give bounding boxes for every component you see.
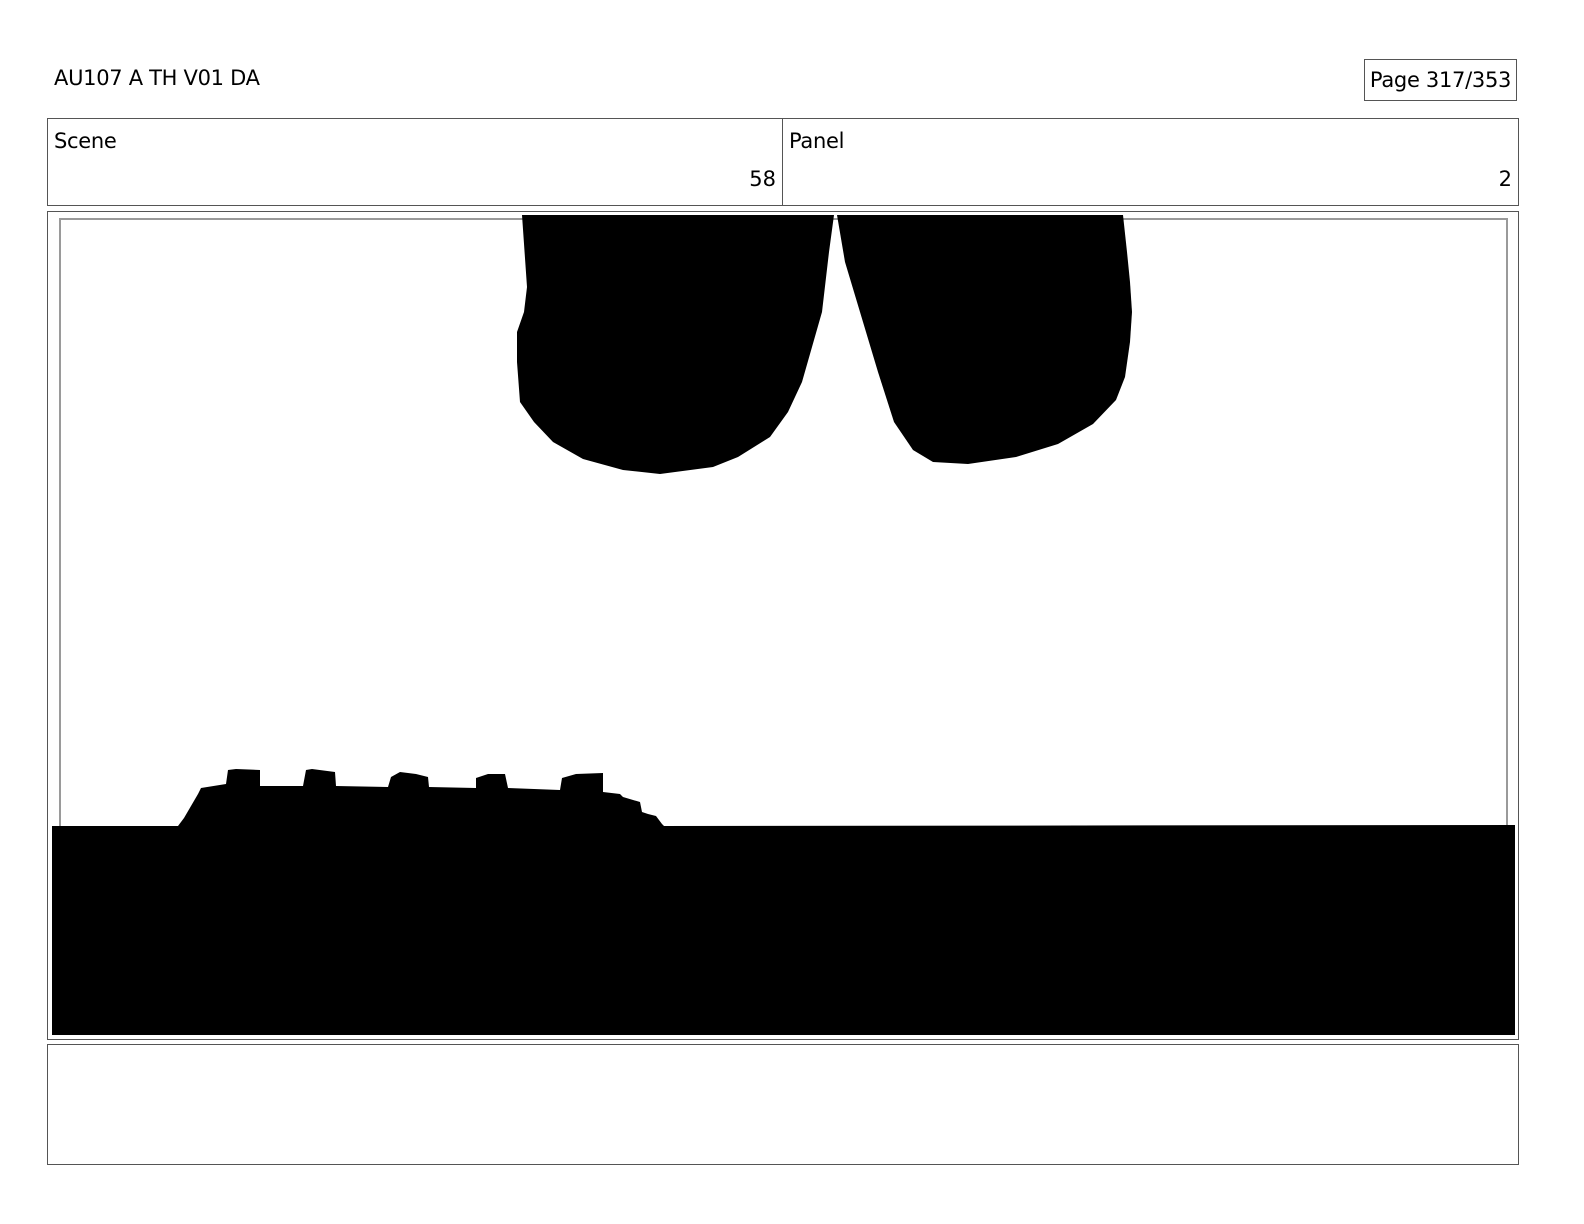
right-leg-silhouette [837, 215, 1132, 464]
notes-box [47, 1044, 1519, 1165]
panel-cell: Panel 2 [783, 119, 1518, 205]
scene-cell: Scene 58 [48, 119, 783, 205]
left-leg-silhouette [517, 215, 834, 474]
scene-number: 58 [749, 167, 776, 191]
panel-label: Panel [789, 129, 845, 153]
storyboard-drawing [52, 215, 1515, 1035]
page-indicator: Page 317/353 [1364, 59, 1517, 101]
panel-number: 2 [1498, 167, 1512, 191]
scene-panel-table: Scene 58 Panel 2 [47, 118, 1519, 206]
scene-label: Scene [54, 129, 117, 153]
document-title: AU107 A TH V01 DA [54, 66, 260, 90]
storyboard-frame [47, 211, 1519, 1040]
ground-silhouette [52, 769, 1515, 1035]
